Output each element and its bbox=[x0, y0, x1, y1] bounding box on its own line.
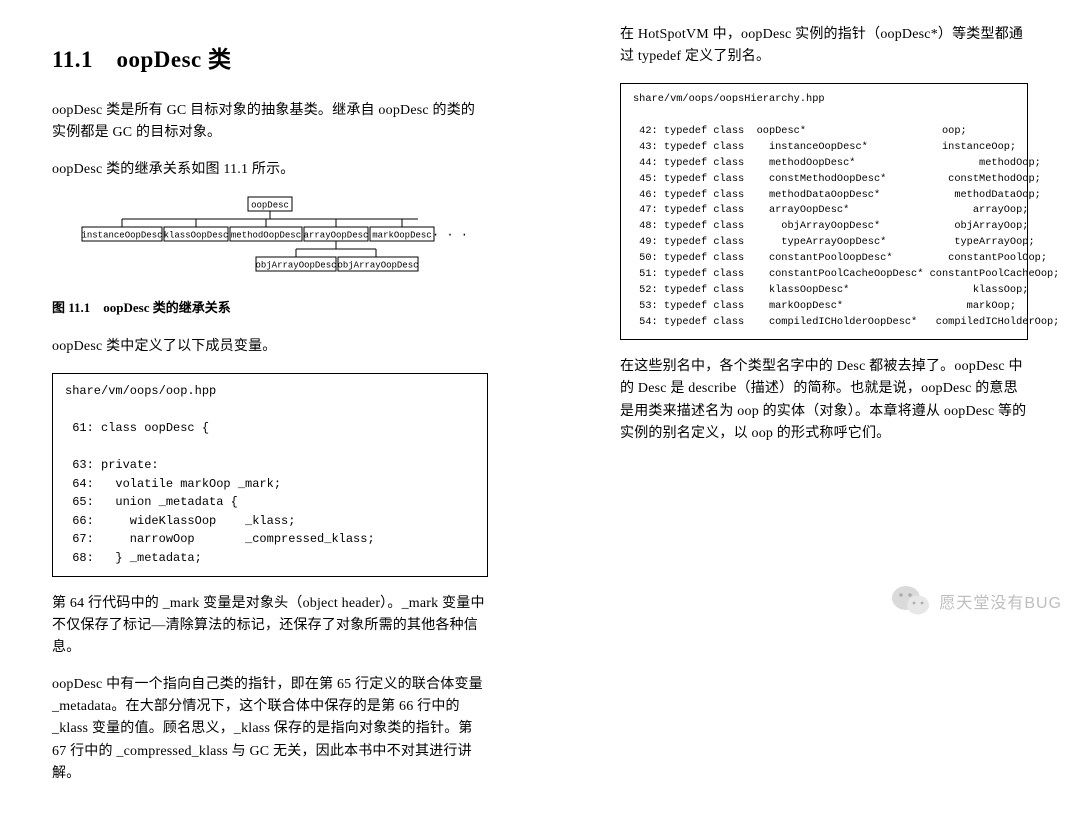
ellipsis: · · · bbox=[432, 228, 468, 242]
figure-caption: 图 11.1 oopDesc 类的继承关系 bbox=[52, 297, 488, 316]
node-root: oopDesc bbox=[251, 201, 289, 211]
paragraph: oopDesc 中有一个指向自己类的指针，即在第 65 行定义的联合体变量 _m… bbox=[52, 674, 488, 786]
watermark-text: 愿天堂没有BUG bbox=[939, 589, 1062, 613]
wechat-icon bbox=[891, 583, 931, 619]
svg-text:instanceOopDesc: instanceOopDesc bbox=[81, 231, 162, 241]
svg-text:klassOopDesc: klassOopDesc bbox=[164, 231, 229, 241]
paragraph: oopDesc 类是所有 GC 目标对象的抽象基类。继承自 oopDesc 的类… bbox=[52, 100, 488, 145]
left-column: 11.1 oopDesc 类 oopDesc 类是所有 GC 目标对象的抽象基类… bbox=[0, 0, 540, 818]
right-column: 在 HotSpotVM 中，oopDesc 实例的指针（oopDesc*）等类型… bbox=[540, 0, 1080, 818]
svg-text:objArrayOopDesc: objArrayOopDesc bbox=[255, 261, 336, 271]
node-leaf-1: objArrayOopDesc bbox=[337, 249, 418, 271]
section-title: 11.1 oopDesc 类 bbox=[52, 40, 488, 74]
paragraph: oopDesc 类中定义了以下成员变量。 bbox=[52, 336, 488, 358]
paragraph: 在这些别名中，各个类型名字中的 Desc 都被去掉了。oopDesc 中的 De… bbox=[620, 356, 1028, 446]
node-mid-4: markOopDesc bbox=[370, 219, 434, 241]
node-mid-3: arrayOopDesc bbox=[304, 219, 369, 241]
watermark: 愿天堂没有BUG bbox=[891, 583, 1062, 619]
svg-text:methodOopDesc: methodOopDesc bbox=[231, 231, 301, 241]
svg-text:arrayOopDesc: arrayOopDesc bbox=[304, 231, 369, 241]
paragraph: 第 64 行代码中的 _mark 变量是对象头（object header）。_… bbox=[52, 593, 488, 660]
node-mid-1: klassOopDesc bbox=[164, 219, 229, 241]
code-block-oop-hpp: share/vm/oops/oop.hpp 61: class oopDesc … bbox=[52, 373, 488, 577]
paragraph: oopDesc 类的继承关系如图 11.1 所示。 bbox=[52, 159, 488, 181]
svg-text:markOopDesc: markOopDesc bbox=[372, 231, 431, 241]
svg-text:objArrayOopDesc: objArrayOopDesc bbox=[337, 261, 418, 271]
node-mid-2: methodOopDesc bbox=[230, 219, 302, 241]
paragraph: 在 HotSpotVM 中，oopDesc 实例的指针（oopDesc*）等类型… bbox=[620, 24, 1028, 69]
code-block-hierarchy-hpp: share/vm/oops/oopsHierarchy.hpp 42: type… bbox=[620, 83, 1028, 340]
node-mid-0: instanceOopDesc bbox=[81, 219, 162, 241]
node-leaf-0: objArrayOopDesc bbox=[255, 249, 336, 271]
inheritance-diagram: oopDesc instanceOopDesc klassOopDesc met… bbox=[70, 195, 470, 285]
